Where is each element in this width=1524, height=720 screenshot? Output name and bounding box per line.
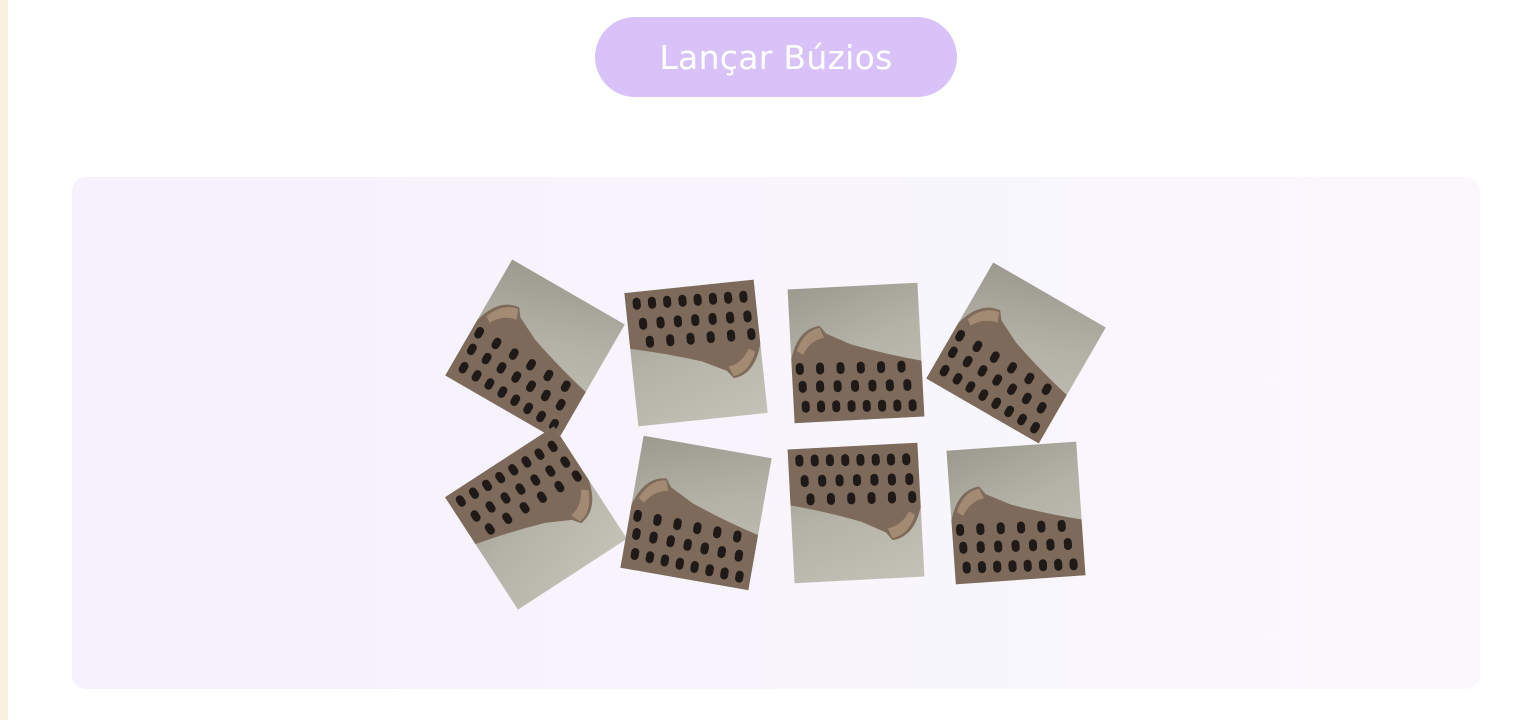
colosseum-icon: [624, 279, 761, 379]
cast-shells-button[interactable]: Lançar Búzios: [595, 17, 957, 97]
shell-card-8: [946, 441, 1086, 585]
left-edge-strip: [0, 0, 8, 720]
colosseum-icon: [787, 442, 921, 541]
shells-board: [72, 177, 1480, 689]
colosseum-icon: [620, 478, 759, 591]
colosseum-icon: [951, 486, 1086, 585]
shell-card-6: [620, 435, 772, 591]
shell-card-7: [787, 442, 925, 584]
shell-card-2: [624, 279, 768, 427]
colosseum-icon: [791, 325, 925, 424]
shell-card-3: [787, 282, 925, 424]
